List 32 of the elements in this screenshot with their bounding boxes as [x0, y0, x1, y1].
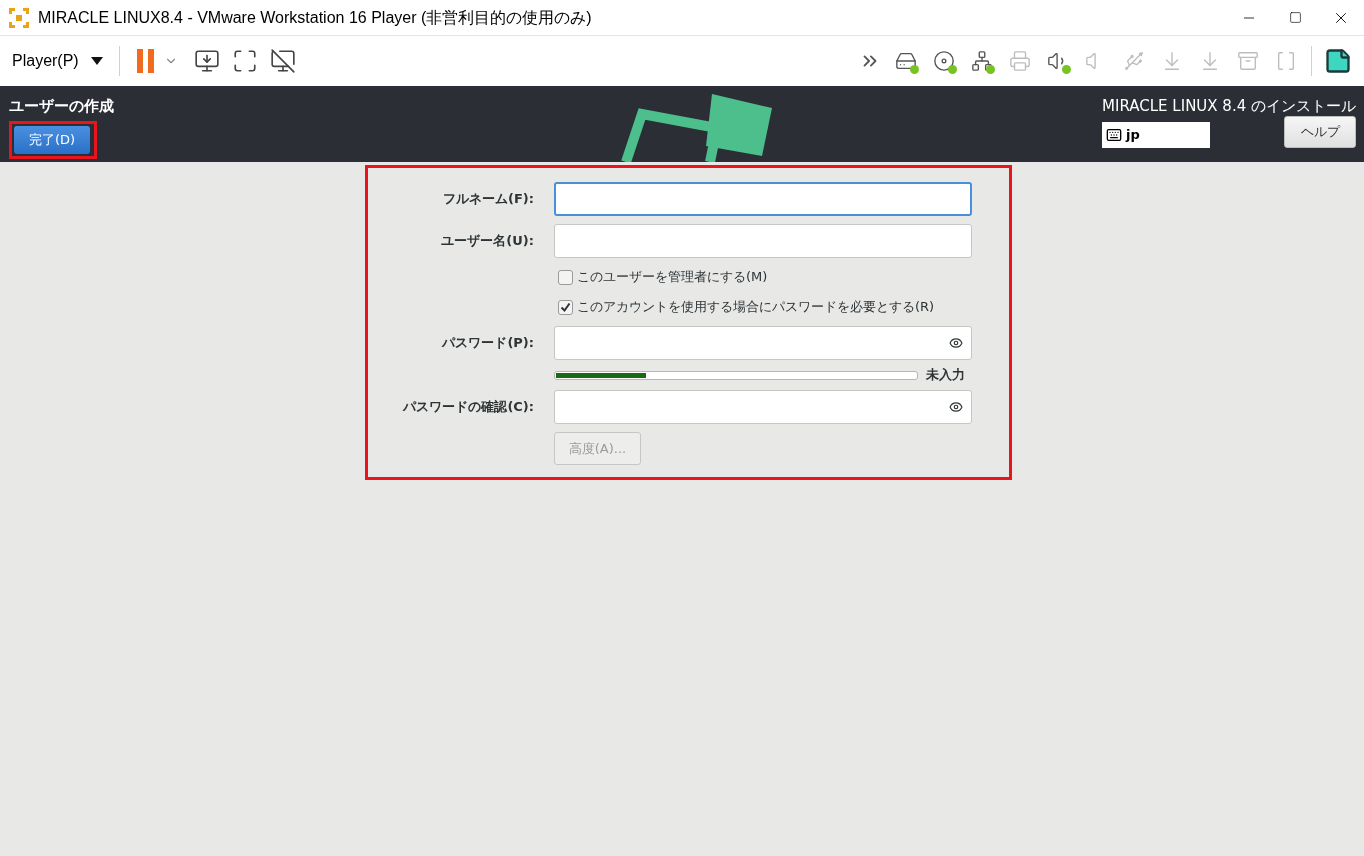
- keyboard-layout: jp: [1126, 125, 1140, 144]
- field-label: フルネーム(F):: [442, 190, 535, 209]
- pause-icon[interactable]: [135, 49, 156, 73]
- input-field[interactable]: [554, 390, 972, 424]
- caret-icon: [90, 57, 103, 65]
- network-icon[interactable]: [969, 48, 995, 74]
- maximize-icon[interactable]: [1288, 11, 1302, 24]
- window-title: MIRACLE LINUX8.4 - VMware Workstation 16 Player (非営利目的の使用のみ): [38, 7, 592, 28]
- page-title: ユーザーの作成: [9, 96, 114, 117]
- fullscreen-icon[interactable]: [231, 48, 258, 74]
- help-button[interactable]: ヘルプ: [1284, 115, 1356, 148]
- show-password-icon[interactable]: [949, 336, 963, 350]
- input-field[interactable]: [554, 182, 972, 216]
- disc-icon[interactable]: [931, 48, 957, 74]
- checkbox[interactable]: [558, 269, 573, 285]
- checkbox-label[interactable]: このユーザーを管理者にする(M): [577, 267, 768, 287]
- input-field[interactable]: [554, 326, 972, 360]
- done-button[interactable]: 完了(D): [14, 125, 90, 154]
- player-menu[interactable]: Player(P): [12, 49, 103, 73]
- input-field[interactable]: [554, 224, 972, 258]
- keyboard-icon: [1106, 126, 1122, 143]
- field-label: パスワードの確認(C):: [401, 398, 535, 417]
- product-title: MIRACLE LINUX 8.4 のインストール: [1102, 96, 1356, 117]
- field-label: ユーザー名(U):: [440, 232, 535, 251]
- note-icon[interactable]: [1324, 47, 1352, 75]
- strength-reading: 未入力: [926, 366, 965, 385]
- checkbox-label[interactable]: このアカウントを使用する場合にパスワードを必要とする(R): [577, 297, 935, 317]
- checkbox[interactable]: [558, 299, 573, 315]
- field-label: パスワード(P):: [440, 334, 535, 353]
- keyboard-layout-field[interactable]: jp: [1102, 121, 1210, 148]
- show-password-icon[interactable]: [949, 400, 963, 414]
- app-logo-icon: [8, 6, 30, 29]
